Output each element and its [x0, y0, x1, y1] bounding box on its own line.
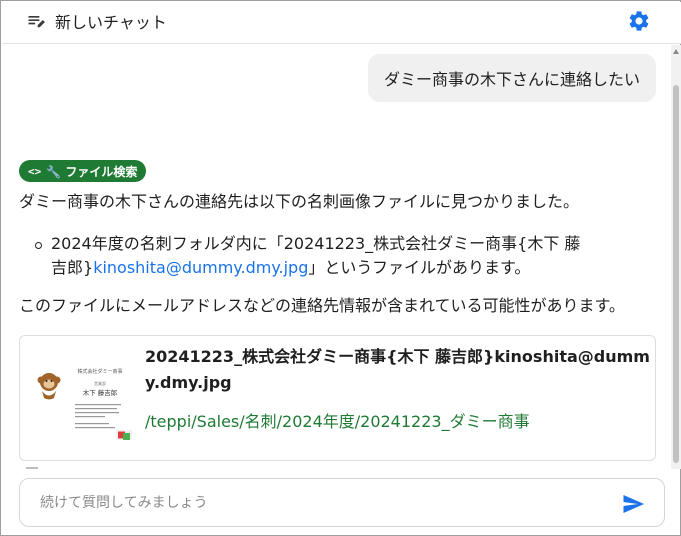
gear-icon[interactable] [627, 9, 651, 33]
tool-badge-label: 🔧 ファイル検索 [46, 164, 138, 179]
file-card-path: /teppi/Sales/名刺/2024年度/20241223_ダミー商事 [145, 412, 530, 431]
edit-note-icon [28, 16, 45, 28]
scroll-up-arrow-icon[interactable] [673, 49, 679, 54]
thumbnail-company: 株式会社ダミー商事 [77, 368, 122, 375]
chat-input[interactable] [40, 491, 600, 515]
user-message: ダミー商事の木下さんに連絡したい [367, 54, 656, 102]
code-icon: <> [28, 164, 42, 178]
file-card[interactable]: 株式会社ダミー商事 営業部 木下 藤吉郎 20241223_株式会社ダミー商事{… [19, 335, 656, 461]
bullet-icon [35, 242, 42, 249]
list-item-suffix: 」というファイルがあります。 [308, 258, 531, 277]
thumbnail-dept: 営業部 [94, 380, 106, 386]
answer-intro: ダミー商事の木下さんの連絡先は以下の名刺画像ファイルに見つかりました。 [19, 192, 580, 211]
file-link[interactable]: kinoshita@dummy.dmy.jpg [93, 258, 308, 277]
scrollbar-thumb[interactable] [673, 85, 679, 463]
business-card-thumbnail[interactable]: 株式会社ダミー商事 営業部 木下 藤吉郎 [30, 360, 140, 442]
chat-scroll-area[interactable]: ダミー商事の木下さんに連絡したい <> 🔧 ファイル検索 ダミー商事の木下さんの… [2, 45, 670, 469]
chat-input-box [19, 478, 665, 527]
answer-conclusion: このファイルにメールアドレスなどの連絡先情報が含まれている可能性があります。 [19, 296, 625, 315]
answer-list-item: 2024年度の名刺フォルダ内に「20241223_株式会社ダミー商事{木下 藤吉… [51, 232, 591, 280]
next-item-peek [26, 467, 38, 469]
new-chat-label: 新しいチャット [55, 13, 167, 32]
file-card-title[interactable]: 20241223_株式会社ダミー商事{木下 藤吉郎}kinoshita@dumm… [145, 344, 650, 396]
thumbnail-person: 木下 藤吉郎 [83, 388, 118, 397]
header: 新しいチャット [2, 2, 681, 44]
tool-badge[interactable]: <> 🔧 ファイル検索 [19, 160, 147, 182]
app-window: 新しいチャット ダミー商事の木下さんに連絡したい <> 🔧 ファイル検索 ダミー… [0, 0, 681, 536]
send-icon[interactable] [621, 492, 645, 516]
new-chat-button[interactable]: 新しいチャット [26, 8, 167, 34]
chat-scrollbar[interactable] [671, 45, 681, 469]
